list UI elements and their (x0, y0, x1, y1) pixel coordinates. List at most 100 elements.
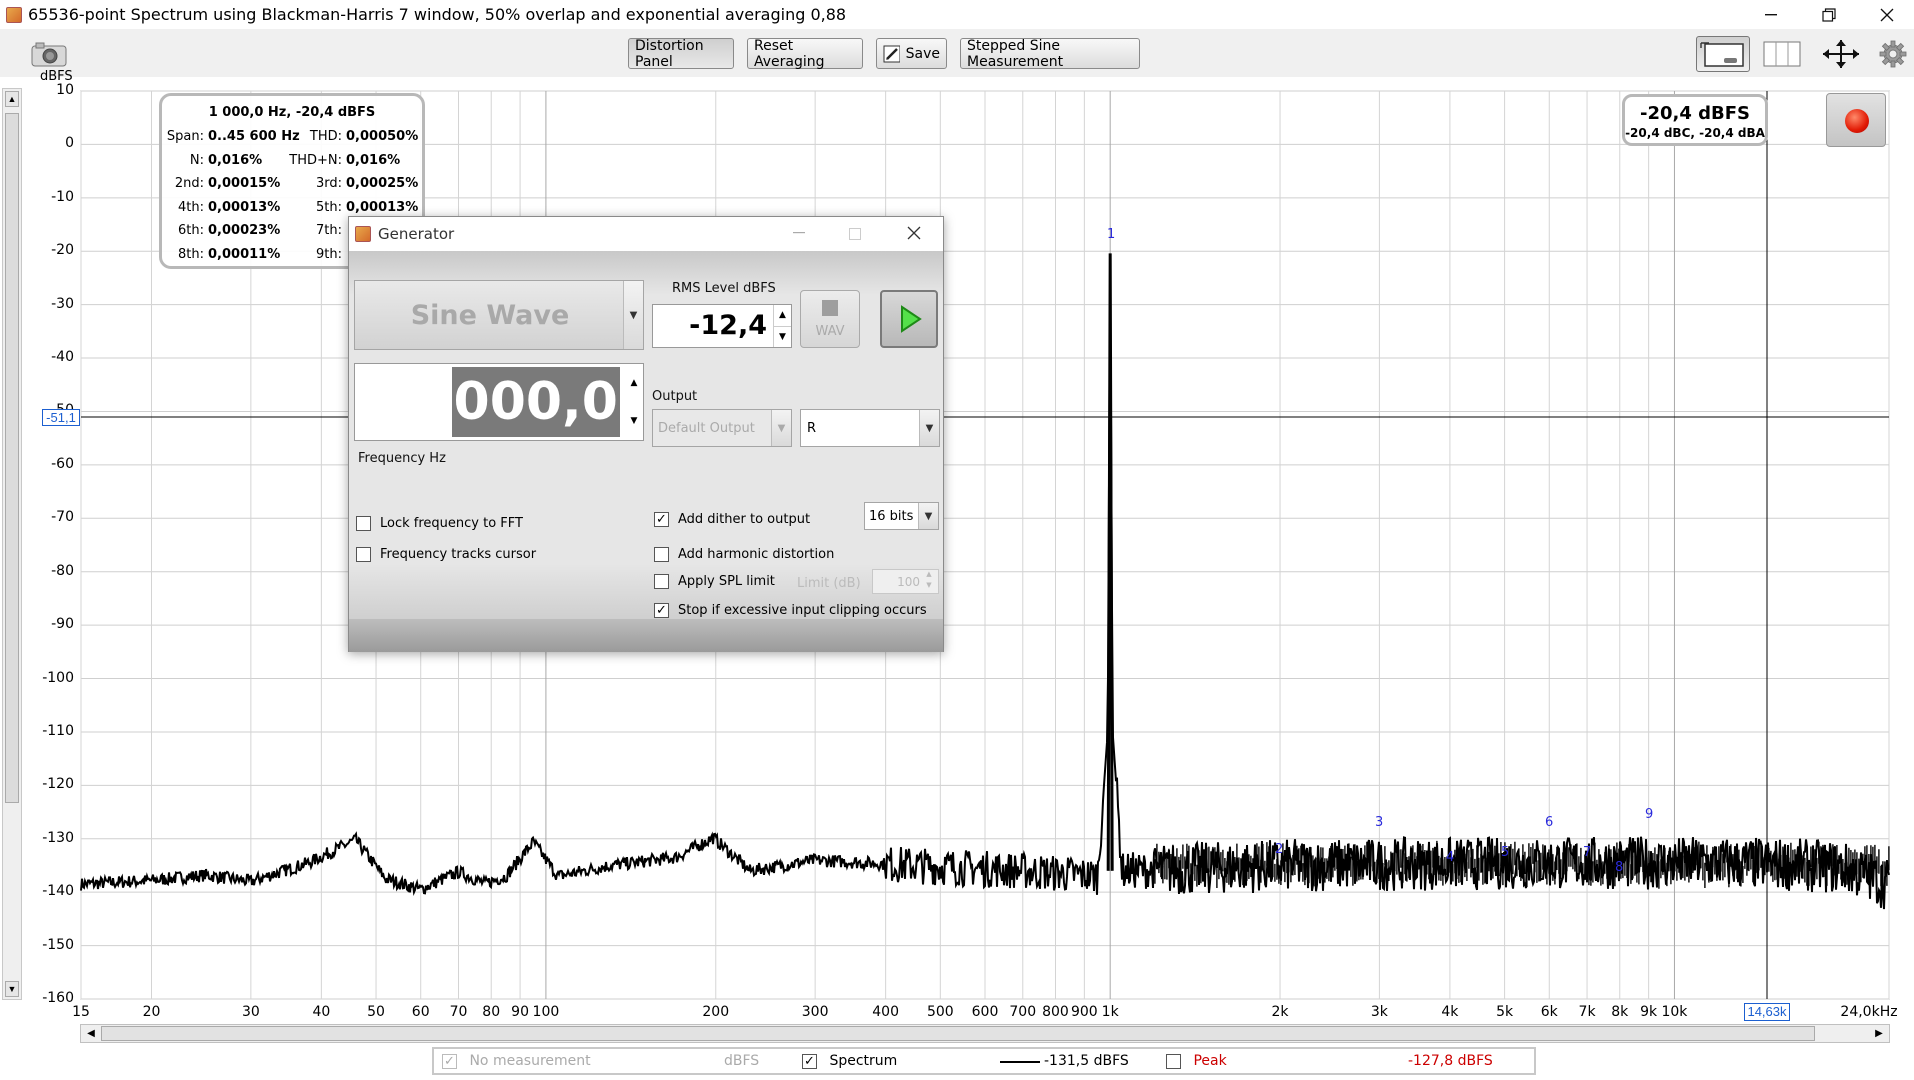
record-button[interactable] (1826, 93, 1886, 147)
scroll-left-arrow[interactable]: ◀ (83, 1026, 99, 1041)
scroll-right-arrow[interactable]: ▶ (1871, 1026, 1887, 1041)
dither-bits-arrow[interactable]: ▼ (918, 503, 938, 529)
metric-value: 0,016% (208, 152, 263, 168)
generator-app-icon (355, 226, 371, 242)
generator-maximize-button[interactable] (849, 226, 861, 244)
x-tick-label: 20 (142, 1004, 161, 1020)
output-device-arrow[interactable]: ▼ (771, 410, 791, 446)
generator-close-button[interactable] (907, 226, 921, 244)
rew-spectrum-window: 65536-point Spectrum using Blackman-Harr… (0, 0, 1914, 1080)
wav-file-icon (822, 300, 838, 316)
peak-label: Peak (1193, 1053, 1227, 1069)
frequency-tracks-option[interactable]: Frequency tracks cursor (356, 547, 536, 562)
spin-up-icon[interactable]: ▲ (773, 305, 791, 326)
y-tick-label: -100 (42, 669, 74, 686)
lock-frequency-option[interactable]: Lock frequency to FFT (356, 516, 523, 531)
stop-clipping-checkbox[interactable]: ✓ (654, 603, 669, 618)
y-tick-label: -30 (51, 295, 74, 312)
x-tick-label: 3k (1370, 1004, 1388, 1020)
add-dither-option[interactable]: ✓ Add dither to output (654, 512, 810, 527)
trace-legend: ✓ No measurement dBFS ✓ Spectrum -131,5 … (432, 1047, 1536, 1075)
horizontal-scrollbar[interactable]: ◀ ▶ (80, 1024, 1890, 1043)
play-button[interactable] (880, 290, 938, 348)
stop-clipping-option[interactable]: ✓ Stop if excessive input clipping occur… (654, 603, 927, 618)
metric-key: 2nd: (174, 176, 204, 192)
legend-spectrum[interactable]: ✓ Spectrum (802, 1053, 897, 1069)
metric-value: 0,00023% (208, 223, 281, 239)
lock-frequency-checkbox[interactable] (356, 516, 371, 531)
play-icon (901, 305, 922, 333)
y-tick-label: -160 (42, 990, 74, 1006)
x-tick-label: 8k (1611, 1004, 1629, 1020)
legend-peak[interactable]: Peak (1166, 1053, 1227, 1069)
metric-value: 0,00050% (346, 129, 419, 144)
metric-value: 0,016% (346, 152, 401, 168)
rms-level-input[interactable]: -12,4 ▲ ▼ (652, 304, 792, 348)
harmonic-distortion-option[interactable]: Add harmonic distortion (654, 547, 834, 562)
frequency-input[interactable]: 1000,0 ▲ ▼ (354, 363, 644, 441)
output-device-select[interactable]: Default Output ▼ (652, 409, 792, 447)
x-tick-label: 300 (801, 1004, 829, 1020)
spl-limit-option[interactable]: Apply SPL limit (654, 574, 775, 589)
close-icon (907, 226, 921, 240)
no-measurement-checkbox[interactable]: ✓ (442, 1053, 457, 1069)
peak-checkbox[interactable] (1166, 1053, 1181, 1069)
frequency-label: Frequency Hz (358, 451, 446, 466)
harmonic-marker-7: 7 (1583, 845, 1592, 860)
record-icon (1845, 109, 1869, 133)
spin-up-icon[interactable]: ▲ (920, 570, 938, 581)
harmonic-distortion-checkbox[interactable] (654, 547, 669, 562)
frequency-tracks-checkbox[interactable] (356, 547, 371, 562)
generator-title: Generator (378, 225, 455, 243)
add-dither-checkbox[interactable]: ✓ (654, 512, 669, 527)
spectrum-checkbox[interactable]: ✓ (802, 1053, 817, 1069)
cursor-x-readout[interactable]: 14,63k (1744, 1003, 1790, 1021)
x-tick-label: 600 (971, 1004, 999, 1020)
x-tick-label: 100 (532, 1004, 560, 1020)
x-tick-label: 6k (1540, 1004, 1558, 1020)
generator-title-bar: Generator (349, 217, 943, 251)
metric-key: 4th: (178, 199, 204, 215)
output-channel-select[interactable]: R ▼ (800, 409, 940, 447)
x-tick-label: 40 (312, 1004, 331, 1020)
spl-limit-checkbox[interactable] (654, 574, 669, 589)
output-channel-arrow[interactable]: ▼ (919, 410, 939, 446)
y-tick-label: -120 (42, 776, 74, 793)
dither-bits-select[interactable]: 16 bits ▼ (864, 502, 939, 530)
spin-down-icon[interactable]: ▼ (773, 326, 791, 347)
spin-up-icon[interactable]: ▲ (625, 364, 643, 402)
spin-down-icon[interactable]: ▼ (625, 402, 643, 440)
frequency-value: 1000,0 (417, 367, 620, 437)
limit-db-spinner[interactable]: ▲ ▼ (920, 570, 938, 593)
x-tick-label: 60 (411, 1004, 430, 1020)
no-measurement-label: No measurement (469, 1053, 591, 1069)
wav-button[interactable]: WAV (800, 290, 860, 348)
x-tick-label: 30 (241, 1004, 260, 1020)
x-tick-label: 700 (1009, 1004, 1037, 1020)
y-tick-label: -140 (42, 883, 74, 900)
generator-body: Sine Wave ▼ RMS Level dBFS -12,4 ▲ ▼ WAV (349, 251, 943, 619)
waveform-select[interactable]: Sine Wave ▼ (354, 280, 644, 350)
horizontal-scroll-thumb[interactable] (101, 1026, 1815, 1041)
x-tick-label: 7k (1578, 1004, 1596, 1020)
output-label: Output (652, 389, 698, 404)
spin-down-icon[interactable]: ▼ (920, 581, 938, 592)
y-tick-label: -20 (51, 242, 74, 259)
y-tick-label: -10 (51, 188, 74, 205)
legend-no-measurement[interactable]: ✓ No measurement (442, 1053, 591, 1069)
waveform-dropdown-arrow[interactable]: ▼ (623, 281, 643, 349)
x-tick-label: 400 (872, 1004, 899, 1020)
rms-level-spinner[interactable]: ▲ ▼ (773, 305, 791, 347)
generator-minimize-button[interactable] (793, 225, 805, 243)
add-dither-label: Add dither to output (678, 512, 811, 527)
frequency-spinner[interactable]: ▲ ▼ (625, 364, 643, 440)
metric-key: 6th: (178, 223, 204, 239)
metric-key: 8th: (178, 247, 204, 262)
x-tick-label: 70 (449, 1004, 468, 1020)
cursor-y-readout[interactable]: -51,1 (42, 409, 80, 426)
level-meter: -20,4 dBFS -20,4 dBC, -20,4 dBA (1622, 94, 1768, 146)
limit-db-input[interactable]: 100 ▲ ▼ (872, 569, 939, 594)
harmonic-marker-1: 1 (1107, 227, 1116, 242)
output-channel-value: R (807, 421, 817, 436)
x-tick-label: 90 (511, 1004, 529, 1020)
